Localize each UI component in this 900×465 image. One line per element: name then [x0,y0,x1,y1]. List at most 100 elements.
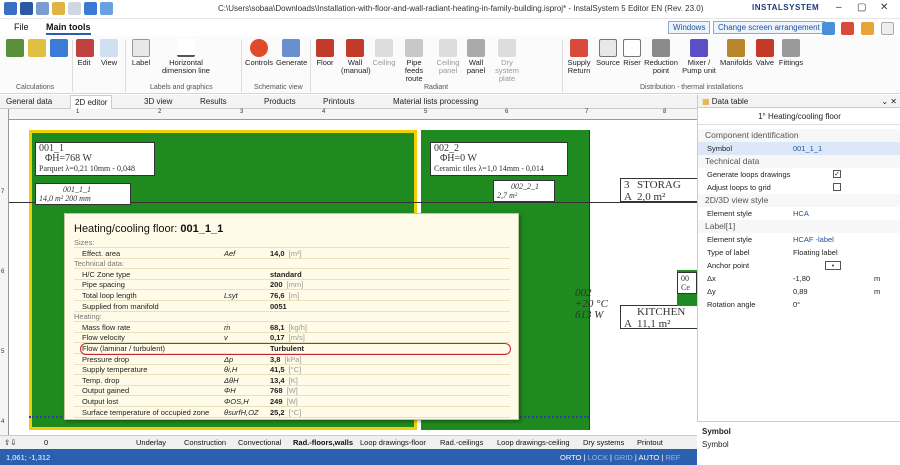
layer-rad-ceilings[interactable]: Rad.-ceilings [440,438,483,447]
storage-room-label[interactable]: 3 STORAG A 2,0 m² [620,178,697,203]
help-icon[interactable] [841,22,854,35]
ruler-tick: 7 [1,189,5,195]
check-button[interactable] [50,39,68,59]
minimize-icon[interactable]: – [836,2,842,13]
pipe-feeds-button[interactable]: Pipe feeds route [398,39,430,83]
lock-toggle[interactable]: LOCK [588,453,608,462]
collapse-ribbon-icon[interactable] [881,22,894,35]
settings-icon[interactable] [861,22,874,35]
layer-bar: ⇧⇩ 0 Underlay Construction Convectional … [0,435,697,449]
grid-toggle[interactable]: GRID [614,453,633,462]
wall-manual-button[interactable]: Wall (manual) [341,39,371,75]
print-icon[interactable] [68,2,81,15]
ruler-tick: 2 [158,109,162,115]
label-button[interactable]: Label [130,39,152,67]
orto-toggle[interactable]: ORTO [560,453,581,462]
view-button[interactable]: View [100,39,118,67]
layer-underlay[interactable]: Underlay [136,438,166,447]
fittings-button[interactable]: Fittings [778,39,804,67]
layer-printout[interactable]: Printout [637,438,663,447]
tooltip-row: Pressure drop Δp 3,8 [kPa] [74,355,510,365]
prop-anchor-point[interactable]: Anchor point • [698,259,900,272]
manifolds-button[interactable]: Manifolds [720,39,752,67]
tab-2d-editor[interactable]: 2D editor [70,95,113,109]
prop-generate-loops[interactable]: Generate loops drawings ✓ [698,168,900,181]
undo-icon[interactable] [84,2,97,15]
valve-button[interactable]: Valve [754,39,776,67]
ceiling-panel-button[interactable]: Ceiling panel [434,39,462,75]
layout-icon[interactable] [822,22,835,35]
save-icon[interactable] [20,2,33,15]
tab-products[interactable]: Products [264,97,296,106]
anchor-point-selector[interactable]: • [825,261,841,270]
floor-button[interactable]: Floor [314,39,336,67]
layer-loop-floor[interactable]: Loop drawings-floor [360,438,426,447]
reduction-point-button[interactable]: Reduction point [644,39,678,75]
layer-loop-ceiling[interactable]: Loop drawings-ceiling [497,438,570,447]
tab-general-data[interactable]: General data [6,97,52,106]
tab-3d-view[interactable]: 3D view [144,97,172,106]
close-icon[interactable]: ✕ [880,2,888,13]
change-arrangement-button[interactable]: Change screen arrangement [713,21,825,34]
category-label[interactable]: Label[1] [698,220,900,233]
tooltip-row: Supply temperature θi,H 41,5 [°C] [74,365,510,376]
generate-button[interactable]: Generate [276,39,307,67]
maximize-icon[interactable]: ▢ [857,2,866,13]
zone1-loop-label[interactable]: 001_1_1 14,0 m² 200 mm [35,183,131,205]
level-select[interactable]: 0 [44,438,48,447]
prop-adjust-loops[interactable]: Adjust loops to grid [698,181,900,194]
auto-toggle[interactable]: AUTO [639,453,660,462]
layer-convectional[interactable]: Convectional [238,438,281,447]
prop-symbol[interactable]: Symbol 001_1_1 [698,142,900,155]
supply-return-button[interactable]: Supply Return [566,39,592,75]
layer-nav-icon[interactable]: ⇧⇩ [4,438,17,447]
source-icon [599,39,617,57]
category-view-style[interactable]: 2D/3D view style [698,194,900,207]
layer-construction[interactable]: Construction [184,438,226,447]
tooltip-row: H/C Zone type standard [74,270,510,280]
calc-button[interactable] [6,39,24,59]
category-technical[interactable]: Technical data [698,155,900,168]
open-folder-icon[interactable] [52,2,65,15]
menu-file[interactable]: File [14,22,29,32]
prop-element-style[interactable]: Element style HCA [698,207,900,220]
cursor-coordinates: 1,061; -1,312 [6,453,51,462]
prop-dx[interactable]: Δx -1,80 m [698,272,900,285]
redo-icon[interactable] [100,2,113,15]
source-button[interactable]: Source [596,39,620,67]
edit-button[interactable]: Edit [76,39,94,67]
prop-label-style[interactable]: Element style HCAF -label [698,233,900,246]
dry-system-button[interactable]: Dry system plate [490,39,524,83]
prop-type-of-label[interactable]: Type of label Floating label [698,246,900,259]
riser-button[interactable]: Riser [622,39,642,67]
menu-main-tools[interactable]: Main tools [46,22,91,35]
mixer-pump-button[interactable]: Mixer / Pump unit [680,39,718,75]
wall-panel-button[interactable]: Wall panel [464,39,488,75]
generate-loops-checkbox[interactable]: ✓ [833,170,841,178]
new-icon[interactable] [36,2,49,15]
prop-rotation[interactable]: Rotation angle 0° [698,298,900,311]
layer-dry-systems[interactable]: Dry systems [583,438,624,447]
tab-material-lists[interactable]: Material lists processing [393,97,478,106]
zone2-loop-label[interactable]: 002_2_1 2,7 m² [493,180,555,202]
floor-icon [316,39,334,57]
prop-dy[interactable]: Δy 0,89 m [698,285,900,298]
title-bar: C:\Users\sobaa\Downloads\Installation-wi… [0,0,900,19]
layer-rad-floors[interactable]: Rad.-floors,walls [293,438,353,447]
tab-printouts[interactable]: Printouts [323,97,355,106]
ref-toggle[interactable]: REF [665,453,680,462]
schema-icon [282,39,300,57]
ceiling-button[interactable]: Ceiling [372,39,396,67]
room-002-label[interactable]: 002 +20 °C 613 W [575,288,608,321]
kitchen-room-label[interactable]: A KITCHEN 11,1 m² [620,305,697,330]
windows-button[interactable]: Windows [668,21,711,34]
tab-results[interactable]: Results [200,97,227,106]
panel-pin-icon[interactable]: ⌄ ✕ [881,97,897,106]
category-component[interactable]: Component identification [698,129,900,142]
horizontal-dimension-button[interactable]: Horizontal dimension line [156,39,216,75]
adjust-loops-checkbox[interactable] [833,183,841,191]
controls-button[interactable]: Controls [244,39,274,67]
zone1-label[interactable]: 001_1 ΦH=768 W Parquet λ=0,21 10mm - 0,0… [35,142,155,176]
results-button[interactable] [28,39,46,59]
zone2-label[interactable]: 002_2 ΦH=0 W Ceramic tiles λ=1,0 14mm - … [430,142,568,176]
